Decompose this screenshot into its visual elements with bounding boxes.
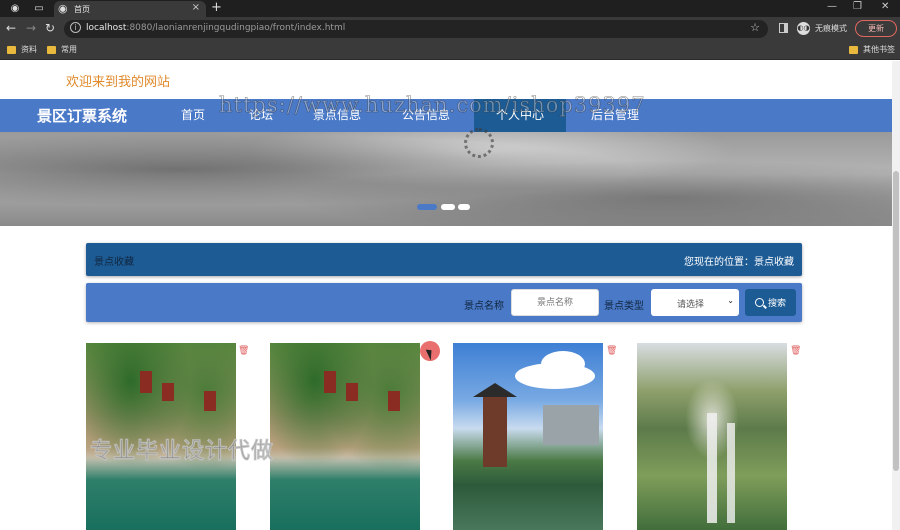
browser-profile-icon[interactable]: ◉ bbox=[8, 2, 22, 15]
banner-carousel[interactable] bbox=[0, 128, 892, 226]
other-bookmarks[interactable]: 其他书签 bbox=[849, 44, 895, 55]
delete-icon[interactable]: 🗑 bbox=[606, 346, 617, 356]
forward-icon[interactable]: → bbox=[26, 21, 36, 35]
building-shape bbox=[324, 371, 336, 393]
breadcrumb: 您现在的位置：景点收藏 bbox=[684, 257, 794, 268]
restore-icon[interactable]: ❐ bbox=[853, 1, 862, 12]
section-title: 景点收藏 bbox=[94, 257, 134, 268]
watermark-text: 专业毕业设计代做 bbox=[90, 439, 275, 465]
building-shape bbox=[388, 391, 400, 411]
search-button-label: 搜索 bbox=[767, 299, 786, 309]
folder-icon bbox=[849, 45, 858, 54]
side-panel-icon[interactable] bbox=[779, 23, 788, 33]
building-shape bbox=[204, 391, 216, 411]
search-icon bbox=[754, 298, 764, 307]
type-label: 景点类型 bbox=[604, 301, 644, 312]
section-header: 景点收藏 您现在的位置：景点收藏 bbox=[86, 243, 802, 276]
browser-tab-active[interactable]: ◉ 首页 × bbox=[54, 1, 206, 17]
window-close-icon[interactable]: ✕ bbox=[881, 1, 889, 12]
tab-close-icon[interactable]: × bbox=[192, 2, 200, 13]
incognito-icon: ◐◑ bbox=[797, 22, 810, 35]
banner-ornament bbox=[464, 128, 494, 158]
minimize-icon[interactable]: — bbox=[827, 1, 837, 12]
reload-icon[interactable]: ↻ bbox=[45, 21, 55, 35]
bookmarks-bar: 资料 常用 其他书签 bbox=[0, 40, 900, 60]
browser-tabstrip: ◉ ▭ ◉ 首页 × + — ❐ ✕ bbox=[0, 0, 900, 17]
pagoda-body bbox=[483, 397, 507, 467]
attraction-card-2[interactable] bbox=[270, 343, 420, 530]
waterfall-shape bbox=[707, 413, 717, 523]
back-icon[interactable]: ← bbox=[6, 21, 16, 35]
bookmark-star-icon[interactable]: ☆ bbox=[750, 21, 760, 34]
pagoda-roof bbox=[473, 383, 517, 397]
type-select[interactable]: 请选择 ⌄ bbox=[651, 289, 739, 316]
carousel-dot-2[interactable] bbox=[441, 204, 455, 210]
building-shape bbox=[140, 371, 152, 393]
building-shape bbox=[346, 383, 358, 401]
building-shape bbox=[543, 405, 599, 445]
building-shape bbox=[162, 383, 174, 401]
nav-item-home[interactable]: 首页 bbox=[170, 99, 216, 132]
watermark-url: https://www.huzhan.com/ishop39397 bbox=[219, 93, 646, 118]
site-title: 景区订票系统 bbox=[37, 107, 128, 125]
carousel-dot-3[interactable] bbox=[458, 204, 470, 210]
cloud-shape bbox=[541, 351, 585, 377]
globe-icon: ◉ bbox=[58, 2, 68, 15]
bookmark-folder-changyong[interactable]: 常用 bbox=[47, 44, 77, 55]
incognito-label: 无痕模式 bbox=[815, 24, 847, 33]
carousel-dot-1[interactable] bbox=[417, 204, 437, 210]
name-label: 景点名称 bbox=[464, 301, 504, 312]
name-search-input[interactable] bbox=[511, 289, 599, 316]
folder-icon bbox=[47, 45, 56, 54]
type-select-value: 请选择 bbox=[677, 300, 705, 310]
page-scrollbar[interactable] bbox=[892, 61, 900, 530]
address-url: localhost:8080/laonianrenjingqudingpiao/… bbox=[86, 23, 346, 33]
search-button[interactable]: 搜索 bbox=[745, 289, 796, 316]
tab-search-icon[interactable]: ▭ bbox=[32, 2, 46, 15]
address-bar[interactable]: i localhost:8080/laonianrenjingqudingpia… bbox=[64, 20, 768, 38]
update-button[interactable]: 更新 bbox=[855, 20, 897, 37]
scrollbar-thumb[interactable] bbox=[893, 171, 899, 471]
attraction-card-3[interactable] bbox=[453, 343, 603, 530]
attraction-card-4[interactable] bbox=[637, 343, 787, 530]
folder-icon bbox=[7, 45, 16, 54]
delete-icon[interactable]: 🗑 bbox=[238, 346, 249, 356]
waterfall-shape bbox=[727, 423, 735, 523]
search-bar: 景点名称 景点类型 请选择 ⌄ 搜索 bbox=[86, 283, 802, 322]
new-tab-icon[interactable]: + bbox=[211, 0, 222, 15]
site-info-icon[interactable]: i bbox=[70, 22, 81, 33]
welcome-text: 欢迎来到我的网站 bbox=[66, 75, 171, 90]
browser-toolbar: ← → ↻ i localhost:8080/laonianrenjingqud… bbox=[0, 17, 900, 40]
bookmark-folder-ziliao[interactable]: 资料 bbox=[7, 44, 37, 55]
delete-icon[interactable]: 🗑 bbox=[790, 346, 801, 356]
chevron-down-icon: ⌄ bbox=[727, 296, 734, 305]
tab-title: 首页 bbox=[74, 5, 90, 14]
